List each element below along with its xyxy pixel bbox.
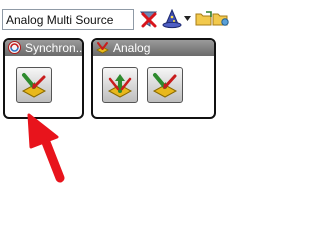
pointer-arrow bbox=[27, 113, 65, 183]
